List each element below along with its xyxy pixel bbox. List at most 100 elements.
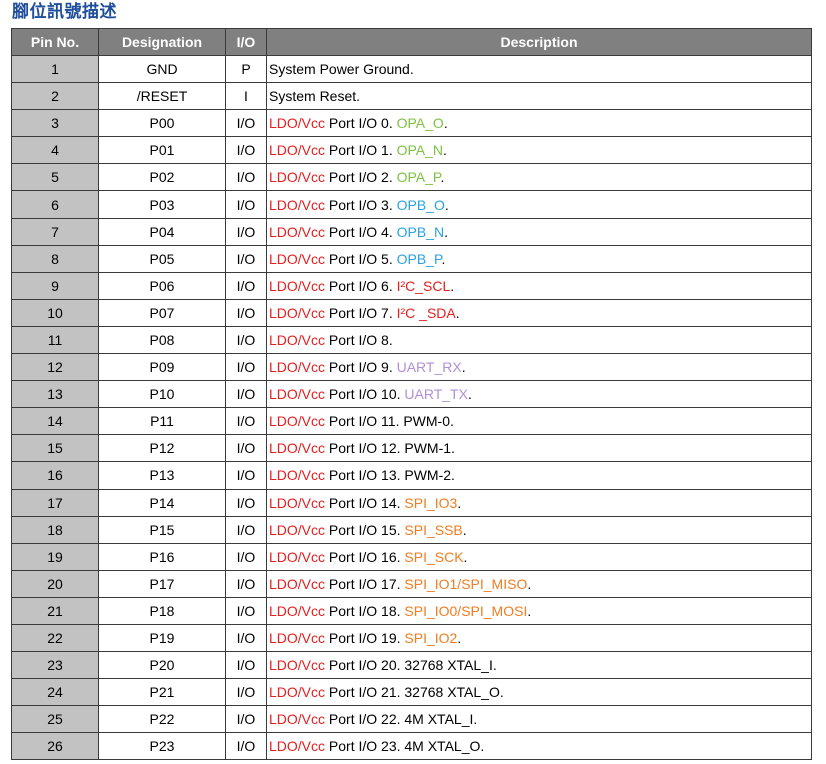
description-cell: LDO/Vcc Port I/O 8.: [266, 325, 812, 355]
description-segment: SPI_IO0/SPI_MOSI: [404, 602, 528, 619]
pin-number-cell: 9: [11, 271, 99, 300]
io-type-cell: I/O: [225, 325, 267, 355]
description-segment: Port I/O 3.: [325, 196, 397, 213]
description-segment: SPI_SCK: [404, 548, 464, 565]
description-cell: LDO/Vcc Port I/O 14. SPI_IO3.: [266, 488, 812, 517]
designation-cell: P00: [98, 109, 226, 138]
description-segment: Port I/O 23. 4M XTAL_O.: [325, 738, 485, 755]
pin-number-cell: 3: [11, 109, 99, 138]
table-row: 8 P05 I/O LDO/Vcc Port I/O 5. OPB_P.: [11, 244, 812, 273]
description-segment: LDO/Vcc: [269, 359, 326, 376]
description-segment: LDO/Vcc: [269, 277, 326, 294]
designation-cell: P17: [98, 569, 226, 598]
io-type-cell: I/O: [225, 353, 267, 382]
header-pin-no: Pin No.: [11, 28, 99, 56]
description-segment: .: [463, 548, 468, 565]
description-segment: Port I/O 5.: [325, 250, 397, 267]
description-segment: SPI_IO3: [404, 494, 458, 511]
description-segment: Port I/O 9.: [325, 359, 397, 376]
pin-number-cell: 11: [11, 325, 99, 355]
description-cell: LDO/Vcc Port I/O 10. UART_TX.: [266, 380, 812, 409]
description-cell: LDO/Vcc Port I/O 9. UART_RX.: [266, 353, 812, 382]
description-segment: Port I/O 2.: [325, 169, 397, 186]
table-row: 6 P03 I/O LDO/Vcc Port I/O 3. OPB_O.: [11, 190, 812, 219]
description-cell: LDO/Vcc Port I/O 15. SPI_SSB.: [266, 515, 812, 544]
description-segment: Port I/O 13. PWM-2.: [325, 467, 455, 484]
description-cell: System Reset.: [266, 82, 812, 111]
description-segment: I²C _SDA: [396, 304, 456, 321]
header-description: Description: [266, 28, 812, 56]
table-row: 12 P09 I/O LDO/Vcc Port I/O 9. UART_RX.: [11, 353, 812, 382]
description-cell: LDO/Vcc Port I/O 22. 4M XTAL_I.: [266, 705, 812, 734]
table-header-row: Pin No. Designation I/O Description: [11, 28, 812, 56]
designation-cell: P20: [98, 651, 226, 680]
designation-cell: P04: [98, 217, 226, 246]
description-segment: Port I/O 4.: [325, 223, 397, 240]
pin-number-cell: 13: [11, 380, 99, 409]
io-type-cell: I/O: [225, 217, 267, 246]
table-row: 3 P00 I/O LDO/Vcc Port I/O 0. OPA_O.: [11, 109, 812, 138]
description-segment: OPA_N: [396, 142, 444, 159]
description-segment: .: [457, 630, 462, 647]
table-row: 13 P10 I/O LDO/Vcc Port I/O 10. UART_TX.: [11, 380, 812, 409]
table-row: 1 GND P System Power Ground.: [11, 54, 812, 84]
description-segment: System Reset.: [269, 88, 361, 105]
table-row: 19 P16 I/O LDO/Vcc Port I/O 16. SPI_SCK.: [11, 542, 812, 571]
pin-number-cell: 17: [11, 488, 99, 517]
description-segment: Port I/O 10.: [325, 386, 405, 403]
description-segment: .: [457, 494, 462, 511]
pin-number-cell: 2: [11, 82, 99, 111]
description-segment: LDO/Vcc: [269, 196, 326, 213]
description-segment: .: [527, 575, 532, 592]
description-cell: LDO/Vcc Port I/O 3. OPB_O.: [266, 190, 812, 219]
io-type-cell: I/O: [225, 109, 267, 138]
table-row: 25 P22 I/O LDO/Vcc Port I/O 22. 4M XTAL_I.: [11, 705, 812, 734]
pin-number-cell: 10: [11, 298, 99, 327]
designation-cell: P15: [98, 515, 226, 544]
description-segment: Port I/O 12. PWM-1.: [325, 440, 455, 457]
description-cell: LDO/Vcc Port I/O 17. SPI_IO1/SPI_MISO.: [266, 569, 812, 598]
description-segment: .: [440, 169, 445, 186]
table-row: 24 P21 I/O LDO/Vcc Port I/O 21. 32768 XTAL_…: [11, 678, 812, 707]
description-cell: LDO/Vcc Port I/O 23. 4M XTAL_O.: [266, 732, 812, 761]
table-row: 17 P14 I/O LDO/Vcc Port I/O 14. SPI_IO3.: [11, 488, 812, 517]
description-segment: LDO/Vcc: [269, 250, 326, 267]
io-type-cell: I/O: [225, 488, 267, 517]
description-segment: .: [441, 250, 446, 267]
designation-cell: P05: [98, 244, 226, 273]
table-row: 2/RESET I System Reset.: [11, 82, 812, 111]
pin-table: Pin No. Designation I/O Description 1 GND…: [11, 28, 812, 761]
description-segment: SPI_SSB: [404, 521, 463, 538]
description-segment: .: [527, 602, 532, 619]
io-type-cell: I/O: [225, 596, 267, 625]
description-segment: LDO/Vcc: [269, 413, 326, 430]
designation-cell: P16: [98, 542, 226, 571]
description-segment: .: [450, 277, 455, 294]
description-segment: OPB_P: [396, 250, 442, 267]
description-segment: Port I/O 14.: [325, 494, 405, 511]
pin-number-cell: 23: [11, 651, 99, 680]
description-segment: .: [444, 196, 449, 213]
description-cell: LDO/Vcc Port I/O 12. PWM-1.: [266, 434, 812, 463]
pin-number-cell: 21: [11, 596, 99, 625]
io-type-cell: I/O: [225, 461, 267, 490]
description-segment: OPB_N: [396, 223, 445, 240]
io-type-cell: I/O: [225, 298, 267, 327]
io-type-cell: I/O: [225, 434, 267, 463]
table-row: 21 P18 I/O LDO/Vcc Port I/O 18. SPI_IO0/SPI…: [11, 596, 812, 625]
pin-table-body: 1 GND P System Power Ground. 2/RESET I System …: [11, 54, 812, 761]
designation-cell: P07: [98, 298, 226, 327]
description-segment: LDO/Vcc: [269, 575, 326, 592]
pin-number-cell: 4: [11, 136, 99, 165]
description-cell: LDO/Vcc Port I/O 21. 32768 XTAL_O.: [266, 678, 812, 707]
pin-number-cell: 20: [11, 569, 99, 598]
description-segment: Port I/O 1.: [325, 142, 397, 159]
description-segment: OPB_O: [396, 196, 445, 213]
pin-number-cell: 22: [11, 623, 99, 653]
description-segment: I²C_SCL: [396, 277, 451, 294]
table-row: 22 P19 I/O LDO/Vcc Port I/O 19. SPI_IO2.: [11, 623, 812, 653]
description-segment: LDO/Vcc: [269, 467, 326, 484]
description-segment: Port I/O 21. 32768 XTAL_O.: [325, 684, 504, 701]
description-cell: LDO/Vcc Port I/O 13. PWM-2.: [266, 461, 812, 490]
description-cell: LDO/Vcc Port I/O 4. OPB_N.: [266, 217, 812, 246]
